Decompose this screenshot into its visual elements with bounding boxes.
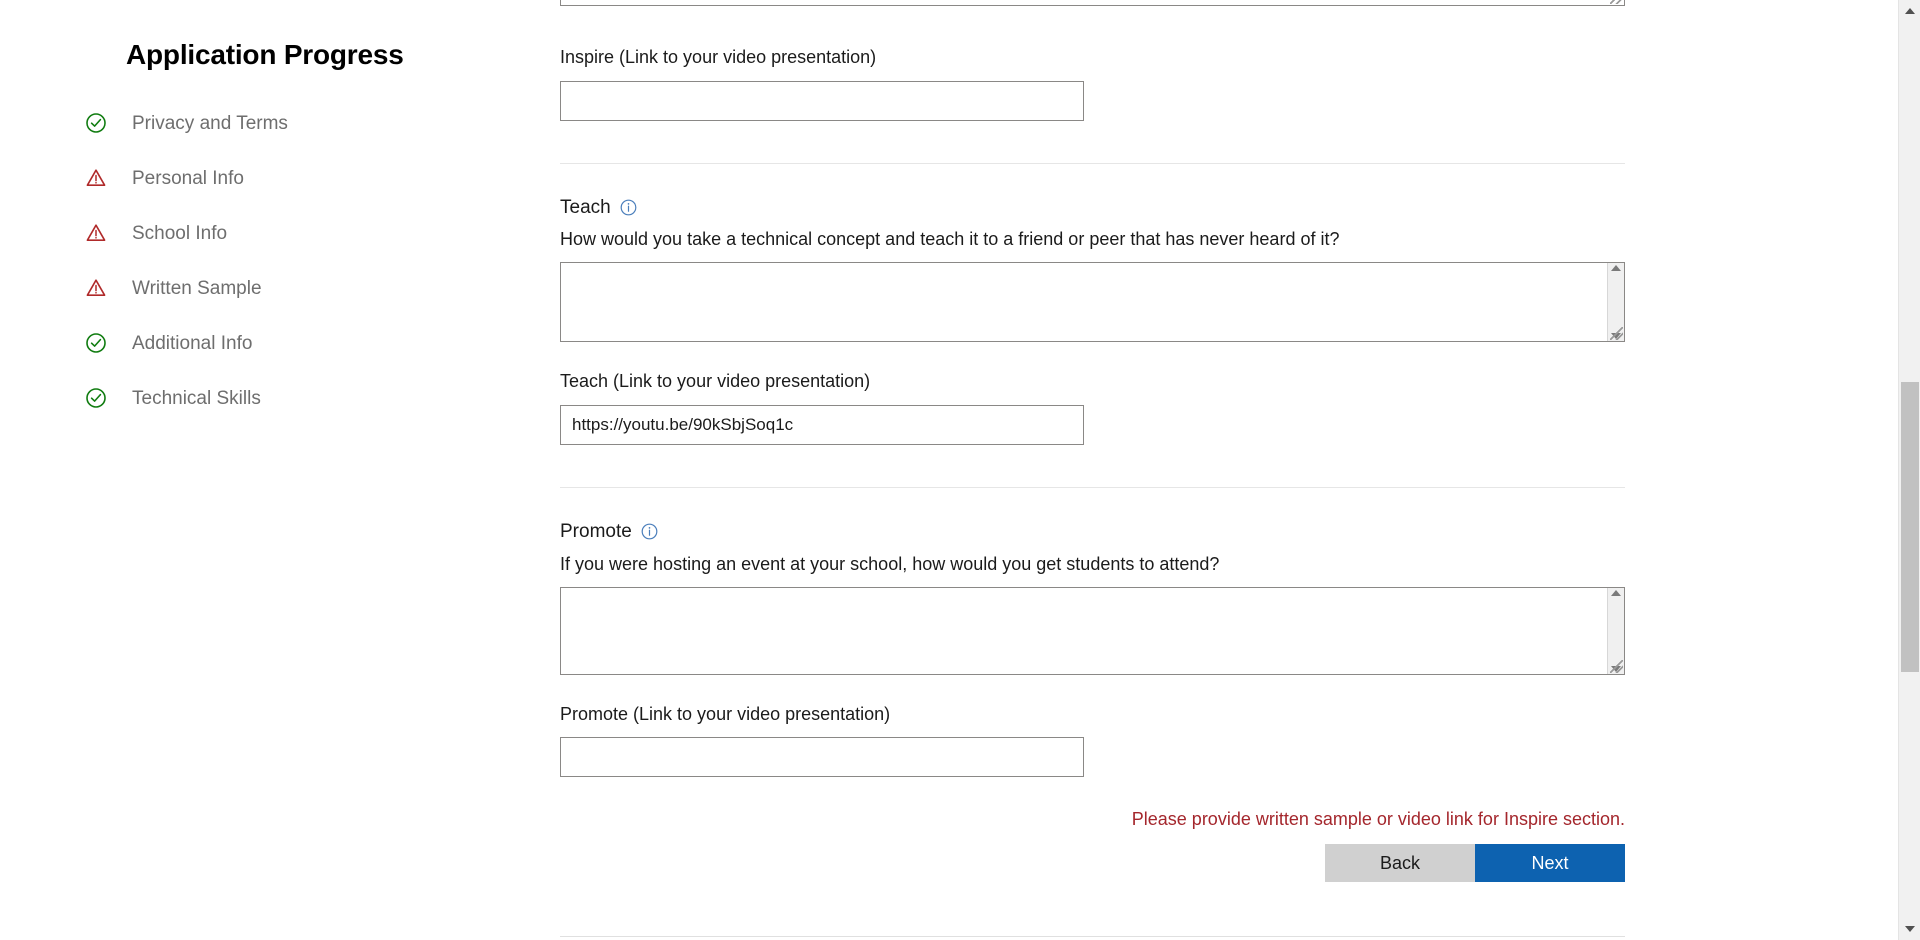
browser-scrollbar[interactable] bbox=[1898, 0, 1920, 940]
teach-answer-textarea[interactable] bbox=[561, 263, 1607, 341]
resize-grip-icon[interactable] bbox=[1610, 327, 1623, 340]
progress-nav-list: Privacy and Terms Personal Info bbox=[0, 96, 560, 426]
promote-answer-textarea-wrapper bbox=[560, 587, 1625, 675]
warning-triangle-icon bbox=[84, 166, 108, 190]
page-title: Application Progress bbox=[126, 38, 560, 72]
validation-error-message: Please provide written sample or video l… bbox=[560, 809, 1625, 830]
teach-heading-text: Teach bbox=[560, 196, 611, 220]
warning-triangle-icon bbox=[84, 221, 108, 245]
scroll-up-arrow-icon[interactable] bbox=[1905, 8, 1915, 14]
sidebar-item-written-sample[interactable]: Written Sample bbox=[0, 261, 560, 316]
promote-heading-text: Promote bbox=[560, 520, 632, 544]
warning-triangle-icon bbox=[84, 276, 108, 300]
next-button[interactable]: Next bbox=[1475, 844, 1625, 882]
inspire-link-label: Inspire (Link to your video presentation… bbox=[560, 46, 1625, 69]
footer-divider bbox=[560, 936, 1625, 937]
section-divider bbox=[560, 487, 1625, 488]
section-divider bbox=[560, 163, 1625, 164]
check-circle-icon bbox=[84, 331, 108, 355]
sidebar-item-label: Personal Info bbox=[132, 169, 244, 188]
sidebar-item-school-info[interactable]: School Info bbox=[0, 206, 560, 261]
teach-answer-textarea-wrapper bbox=[560, 262, 1625, 342]
info-circle-icon[interactable] bbox=[641, 523, 658, 540]
scrollbar-thumb[interactable] bbox=[1901, 382, 1919, 672]
teach-link-label: Teach (Link to your video presentation) bbox=[560, 370, 1625, 393]
promote-question: If you were hosting an event at your sch… bbox=[560, 554, 1625, 575]
scroll-up-arrow-icon[interactable] bbox=[1611, 265, 1621, 271]
sidebar-item-technical-skills[interactable]: Technical Skills bbox=[0, 371, 560, 426]
sidebar-item-label: Additional Info bbox=[132, 334, 252, 353]
scroll-up-arrow-icon[interactable] bbox=[1611, 590, 1621, 596]
application-form-page: Application Progress Privacy and Terms bbox=[0, 0, 1920, 940]
teach-section-heading: Teach bbox=[560, 196, 1625, 220]
back-button[interactable]: Back bbox=[1325, 844, 1475, 882]
application-form: Inspire (Link to your video presentation… bbox=[560, 0, 1625, 882]
info-circle-icon[interactable] bbox=[620, 199, 637, 216]
sidebar-item-privacy-and-terms[interactable]: Privacy and Terms bbox=[0, 96, 560, 151]
teach-link-input[interactable] bbox=[560, 405, 1084, 445]
promote-link-input[interactable] bbox=[560, 737, 1084, 777]
promote-answer-textarea[interactable] bbox=[561, 588, 1607, 674]
check-circle-icon bbox=[84, 386, 108, 410]
sidebar-item-label: School Info bbox=[132, 224, 227, 243]
sidebar-item-personal-info[interactable]: Personal Info bbox=[0, 151, 560, 206]
sidebar-item-label: Privacy and Terms bbox=[132, 114, 288, 133]
resize-grip-icon[interactable] bbox=[1610, 660, 1623, 673]
promote-link-label: Promote (Link to your video presentation… bbox=[560, 703, 1625, 726]
form-navigation-buttons: Back Next bbox=[560, 844, 1625, 882]
scroll-down-arrow-icon[interactable] bbox=[1905, 926, 1915, 932]
sidebar-item-label: Technical Skills bbox=[132, 389, 261, 408]
sidebar-item-additional-info[interactable]: Additional Info bbox=[0, 316, 560, 371]
inspire-link-input[interactable] bbox=[560, 81, 1084, 121]
promote-section-heading: Promote bbox=[560, 520, 1625, 544]
check-circle-icon bbox=[84, 111, 108, 135]
sidebar-item-label: Written Sample bbox=[132, 279, 262, 298]
teach-question: How would you take a technical concept a… bbox=[560, 229, 1625, 250]
application-progress-sidebar: Application Progress Privacy and Terms bbox=[0, 0, 560, 940]
